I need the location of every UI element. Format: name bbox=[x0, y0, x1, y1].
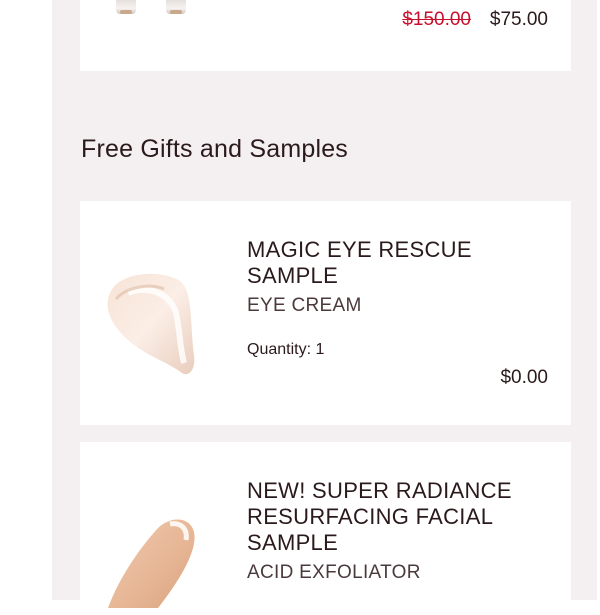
sale-price: $75.00 bbox=[489, 9, 548, 30]
cream-swatch-icon[interactable] bbox=[98, 510, 208, 610]
cart-item-card: $150.00 $75.00 bbox=[80, 0, 571, 71]
cream-swatch-icon[interactable] bbox=[98, 263, 208, 383]
gift-name[interactable]: NEW! SUPER RADIANCE RESURFACING FACIAL S… bbox=[247, 478, 547, 556]
gift-item-card: NEW! SUPER RADIANCE RESURFACING FACIAL S… bbox=[80, 442, 571, 612]
gift-price: $0.00 bbox=[500, 367, 548, 388]
gift-category: EYE CREAM bbox=[247, 295, 362, 316]
product-thumbnail[interactable] bbox=[116, 0, 190, 16]
gift-item-card: MAGIC EYE RESCUE SAMPLE EYE CREAM Quanti… bbox=[80, 201, 571, 425]
bottle-image bbox=[116, 0, 136, 14]
section-title: Free Gifts and Samples bbox=[81, 135, 349, 163]
bottle-image bbox=[166, 0, 186, 14]
gift-name[interactable]: MAGIC EYE RESCUE SAMPLE bbox=[247, 237, 547, 289]
gift-category: ACID EXFOLIATOR bbox=[247, 562, 421, 583]
gift-quantity: Quantity: 1 bbox=[247, 341, 325, 358]
original-price: $150.00 bbox=[402, 9, 471, 30]
